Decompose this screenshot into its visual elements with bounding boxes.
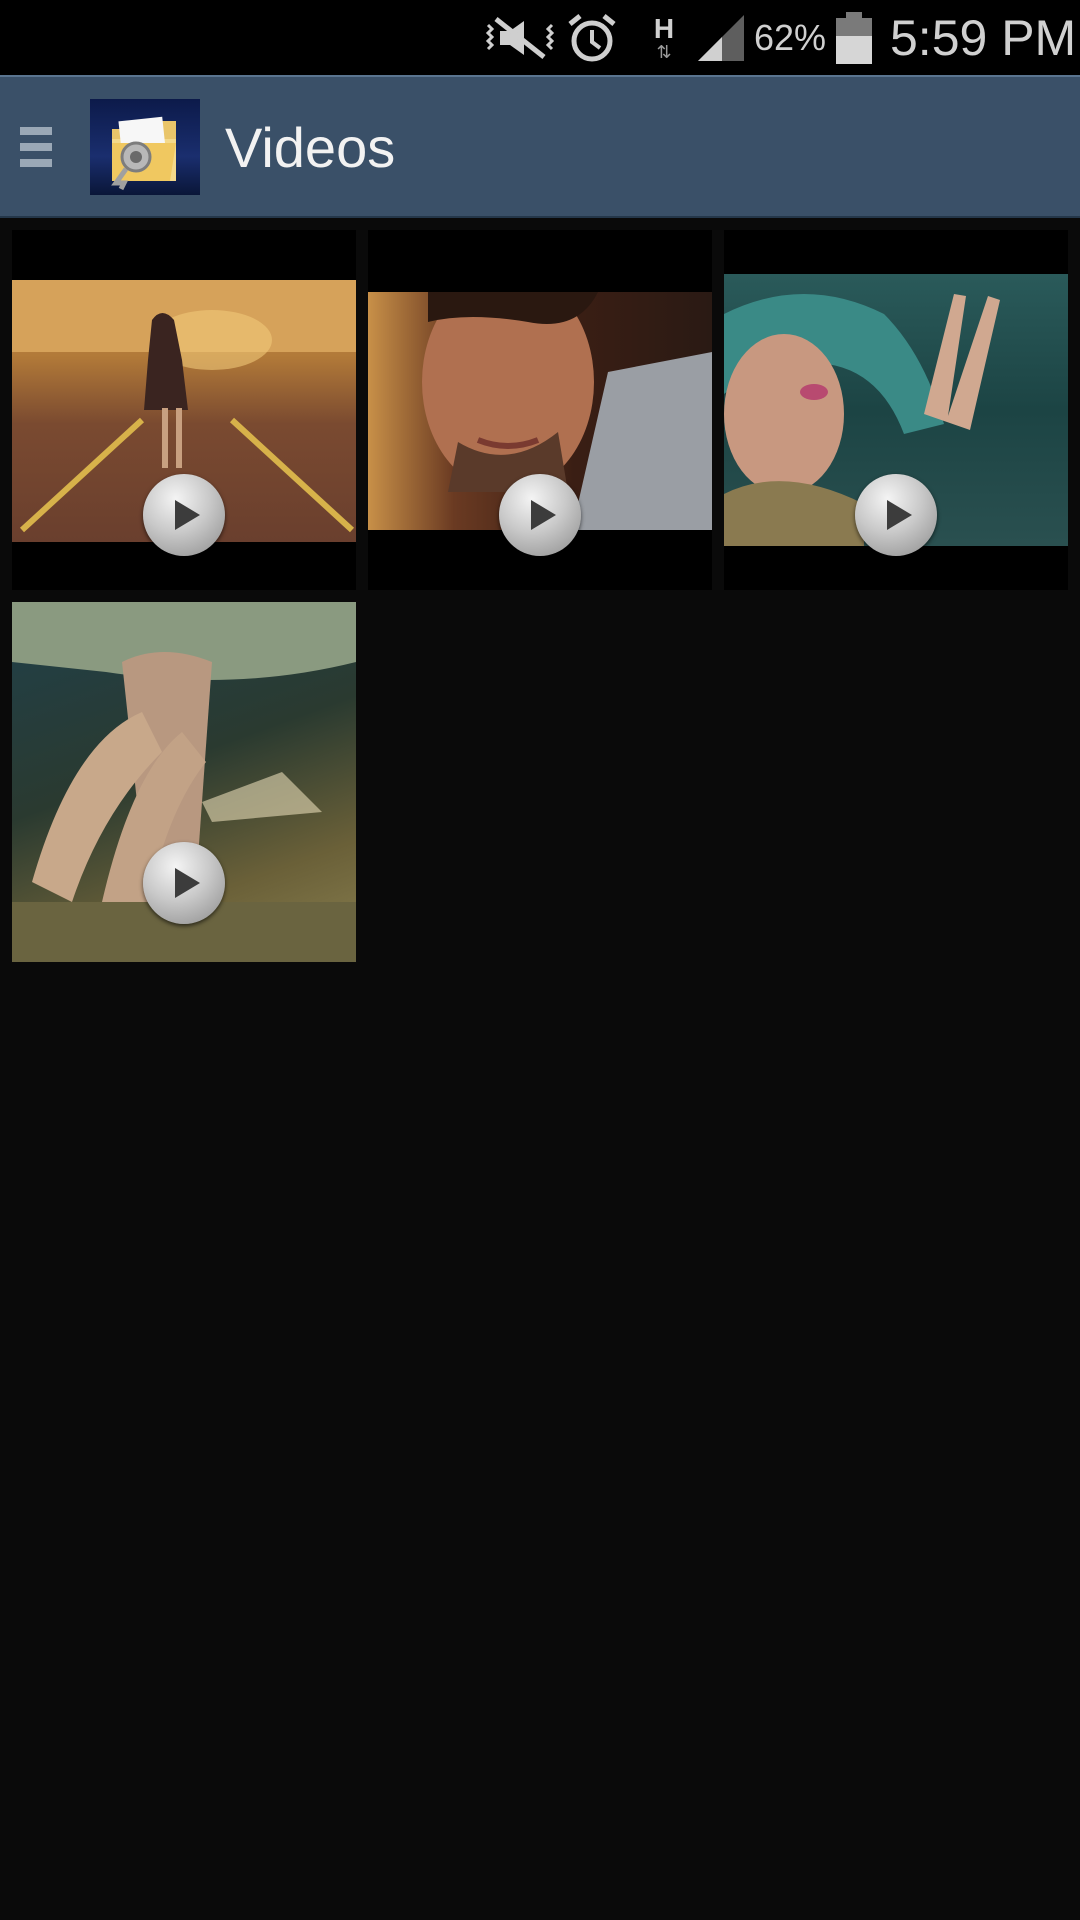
battery-icon [834, 0, 874, 75]
menu-icon[interactable] [20, 127, 52, 171]
secure-folder-icon[interactable] [90, 99, 200, 195]
mute-vibrate-icon [482, 0, 558, 75]
video-tile[interactable] [368, 230, 712, 590]
signal-icon [696, 0, 746, 75]
video-tile[interactable] [724, 230, 1068, 590]
action-bar: Videos [0, 75, 1080, 218]
battery-percent: 62% [754, 16, 827, 58]
data-activity-arrows-icon: ⇅ [656, 41, 672, 62]
alarm-icon [566, 0, 618, 75]
video-tile[interactable] [12, 230, 356, 590]
page-title: Videos [225, 116, 396, 179]
status-bar: H ⇅ 62% 5:59 PM [0, 0, 1080, 75]
hspa-data-icon: H ⇅ [646, 0, 682, 75]
play-icon[interactable] [855, 474, 937, 556]
video-tile[interactable] [12, 602, 356, 962]
data-type-label: H [653, 12, 675, 44]
play-icon[interactable] [143, 474, 225, 556]
play-icon[interactable] [143, 842, 225, 924]
clock: 5:59 PM [890, 9, 1077, 66]
play-icon[interactable] [499, 474, 581, 556]
